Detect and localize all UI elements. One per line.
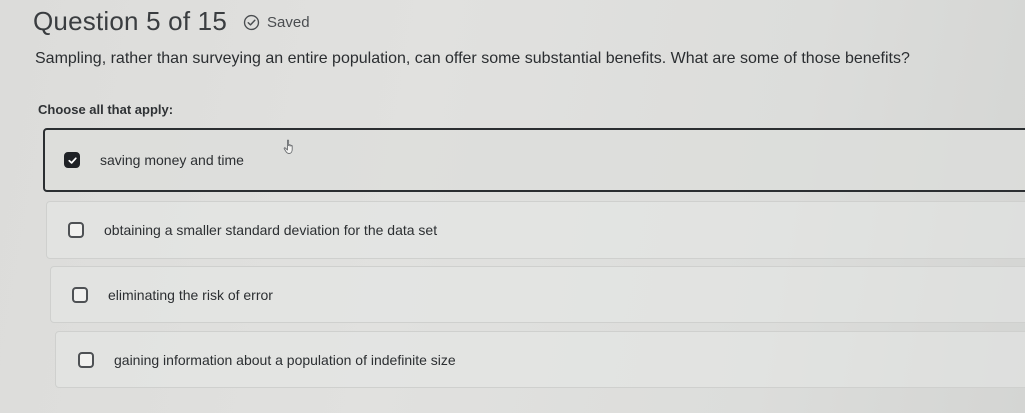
check-circle-icon [243, 14, 260, 30]
option-label: gaining information about a population o… [114, 351, 456, 368]
option-saving-money-and-time[interactable]: saving money and time [43, 128, 1025, 192]
saved-label: Saved [267, 13, 310, 31]
option-eliminating-risk-of-error[interactable]: eliminating the risk of error [50, 266, 1025, 323]
option-label: eliminating the risk of error [108, 286, 273, 303]
option-population-of-indefinite-size[interactable]: gaining information about a population o… [55, 331, 1025, 388]
checkmark-icon [67, 156, 77, 164]
option-smaller-standard-deviation[interactable]: obtaining a smaller standard deviation f… [46, 201, 1025, 259]
question-header: Question 5 of 15 Saved [33, 4, 310, 38]
choose-instruction: Choose all that apply: [38, 102, 174, 117]
option-label: saving money and time [100, 152, 244, 168]
question-counter: Question 5 of 15 [33, 5, 227, 36]
option-label: obtaining a smaller standard deviation f… [104, 222, 438, 238]
hand-pointer-icon [283, 139, 293, 154]
question-prompt: Sampling, rather than surveying an entir… [35, 50, 910, 67]
option-checkbox[interactable] [72, 286, 88, 303]
option-checkbox[interactable] [68, 222, 84, 238]
saved-status: Saved [243, 14, 310, 31]
option-checkbox[interactable] [64, 152, 80, 168]
option-checkbox[interactable] [78, 351, 94, 368]
